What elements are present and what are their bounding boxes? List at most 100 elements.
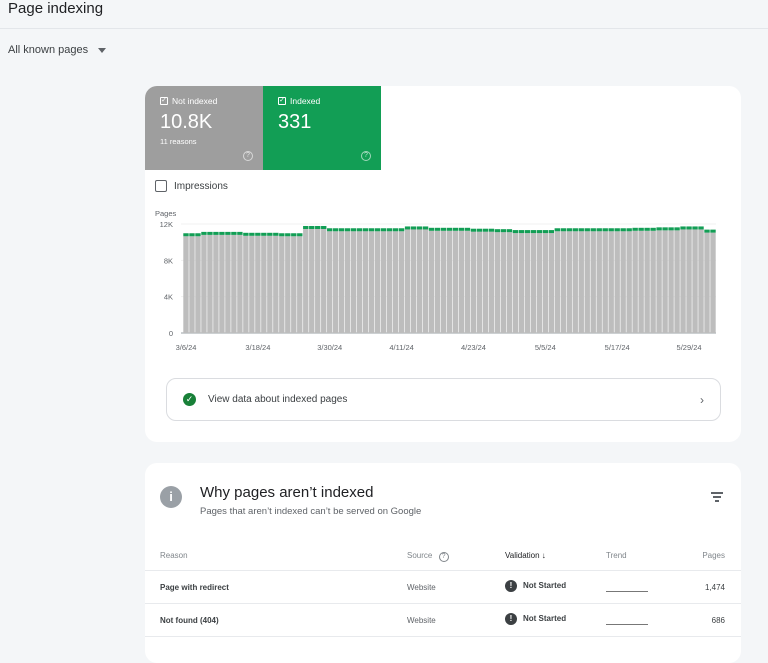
alert-icon: ! [505, 580, 517, 592]
divider [0, 28, 768, 29]
bar-indexed [590, 228, 596, 232]
pages-filter-dropdown[interactable]: All known pages [8, 44, 107, 56]
bar-indexed [189, 233, 195, 237]
bar-indexed [620, 228, 626, 232]
bar-not-indexed [344, 231, 351, 333]
bar-indexed [470, 228, 477, 232]
bar-indexed [686, 226, 692, 230]
bar-not-indexed [644, 230, 650, 333]
bar-not-indexed [548, 233, 555, 333]
tile-label: Indexed [290, 96, 321, 106]
bar-indexed [632, 227, 638, 231]
bar-not-indexed [392, 231, 399, 333]
bar-indexed [446, 227, 453, 231]
bar-not-indexed [638, 230, 644, 333]
bar-indexed [710, 229, 716, 233]
bar-indexed [536, 230, 543, 234]
bar-indexed [476, 228, 483, 232]
bar-indexed [692, 226, 698, 230]
bar-not-indexed [183, 236, 189, 333]
bar-indexed [644, 227, 650, 231]
bar-not-indexed [428, 230, 435, 333]
help-icon[interactable]: ? [438, 552, 449, 562]
bar-indexed [410, 226, 417, 230]
bar-indexed [506, 229, 513, 233]
bar-indexed [327, 228, 333, 232]
view-indexed-pages-button[interactable]: ✓ View data about indexed pages › [166, 378, 721, 421]
bar-indexed [638, 227, 644, 231]
indexing-chart-card: ✓ Not indexed 10.8K 11 reasons ? ✓ Indexed… [145, 86, 741, 442]
checkbox-icon[interactable]: ✓ [160, 97, 168, 105]
table-header: Reason Source ? Validation ↓ Trend Pages [145, 541, 741, 571]
bar-not-indexed [524, 233, 531, 333]
source: Website [407, 616, 436, 625]
col-validation[interactable]: Validation ↓ [505, 551, 546, 560]
bar-indexed [422, 226, 429, 230]
bar-not-indexed [656, 230, 662, 333]
help-icon[interactable]: ? [361, 151, 371, 161]
bar-not-indexed [464, 230, 471, 333]
bar-not-indexed [291, 236, 297, 333]
x-tick-label: 3/18/24 [245, 343, 270, 352]
help-icon[interactable]: ? [243, 151, 253, 161]
bar-not-indexed [350, 231, 357, 333]
bar-indexed [195, 233, 201, 237]
bar-not-indexed [219, 234, 225, 333]
bar-not-indexed [333, 231, 339, 333]
x-tick-label: 4/11/24 [389, 343, 413, 352]
bar-indexed [434, 227, 441, 231]
bar-indexed [488, 228, 495, 232]
bar-indexed [518, 230, 525, 234]
bar-not-indexed [255, 235, 261, 333]
bar-indexed [225, 231, 231, 235]
filter-icon[interactable] [711, 492, 723, 504]
bar-not-indexed [225, 234, 231, 333]
bar-indexed [674, 227, 680, 231]
table-row[interactable]: Not found (404) Website ! Not Started 686 [145, 604, 741, 637]
x-tick-label: 5/29/24 [677, 343, 702, 352]
arrow-down-icon: ↓ [541, 551, 546, 560]
impressions-checkbox[interactable]: Impressions [155, 180, 228, 192]
bar-indexed [255, 232, 261, 236]
not-indexed-tile[interactable]: ✓ Not indexed 10.8K 11 reasons ? [145, 86, 263, 170]
section-subtitle: Pages that aren’t indexed can’t be serve… [200, 506, 422, 517]
bar-not-indexed [231, 234, 237, 333]
bar-indexed [512, 230, 519, 234]
bar-not-indexed [584, 231, 590, 333]
col-pages[interactable]: Pages [702, 551, 725, 560]
bar-not-indexed [243, 235, 249, 333]
caret-down-icon [98, 47, 107, 53]
bar-indexed [207, 231, 213, 235]
checkbox-icon[interactable]: ✓ [278, 97, 286, 105]
x-tick-label: 4/23/24 [461, 343, 486, 352]
table-row[interactable]: Page with redirect Website ! Not Started … [145, 571, 741, 604]
bar-indexed [452, 227, 459, 231]
bar-indexed [344, 228, 351, 232]
bar-not-indexed [650, 230, 656, 333]
bar-indexed [333, 228, 339, 232]
bar-indexed [243, 232, 249, 236]
bar-indexed [303, 225, 309, 229]
validation: ! Not Started [505, 580, 566, 592]
bar-indexed [249, 232, 255, 236]
bar-not-indexed [566, 231, 572, 333]
bar-indexed [285, 233, 291, 237]
bar-indexed [566, 228, 572, 232]
y-tick-label: 4K [164, 293, 173, 302]
col-reason[interactable]: Reason [160, 551, 188, 560]
indexed-tile[interactable]: ✓ Indexed 331 ? [263, 86, 381, 170]
bar-not-indexed [536, 233, 543, 333]
bar-not-indexed [452, 230, 459, 333]
bar-indexed [626, 228, 632, 232]
bar-indexed [500, 229, 507, 233]
bar-indexed [237, 231, 243, 235]
checkbox-icon[interactable] [155, 180, 167, 192]
bar-not-indexed [213, 234, 219, 333]
bar-indexed [386, 228, 393, 232]
bar-not-indexed [207, 234, 213, 333]
info-icon: i [160, 486, 182, 508]
col-source[interactable]: Source ? [407, 551, 449, 562]
bar-not-indexed [542, 233, 549, 333]
bar-not-indexed [440, 230, 447, 333]
bar-not-indexed [632, 230, 638, 333]
